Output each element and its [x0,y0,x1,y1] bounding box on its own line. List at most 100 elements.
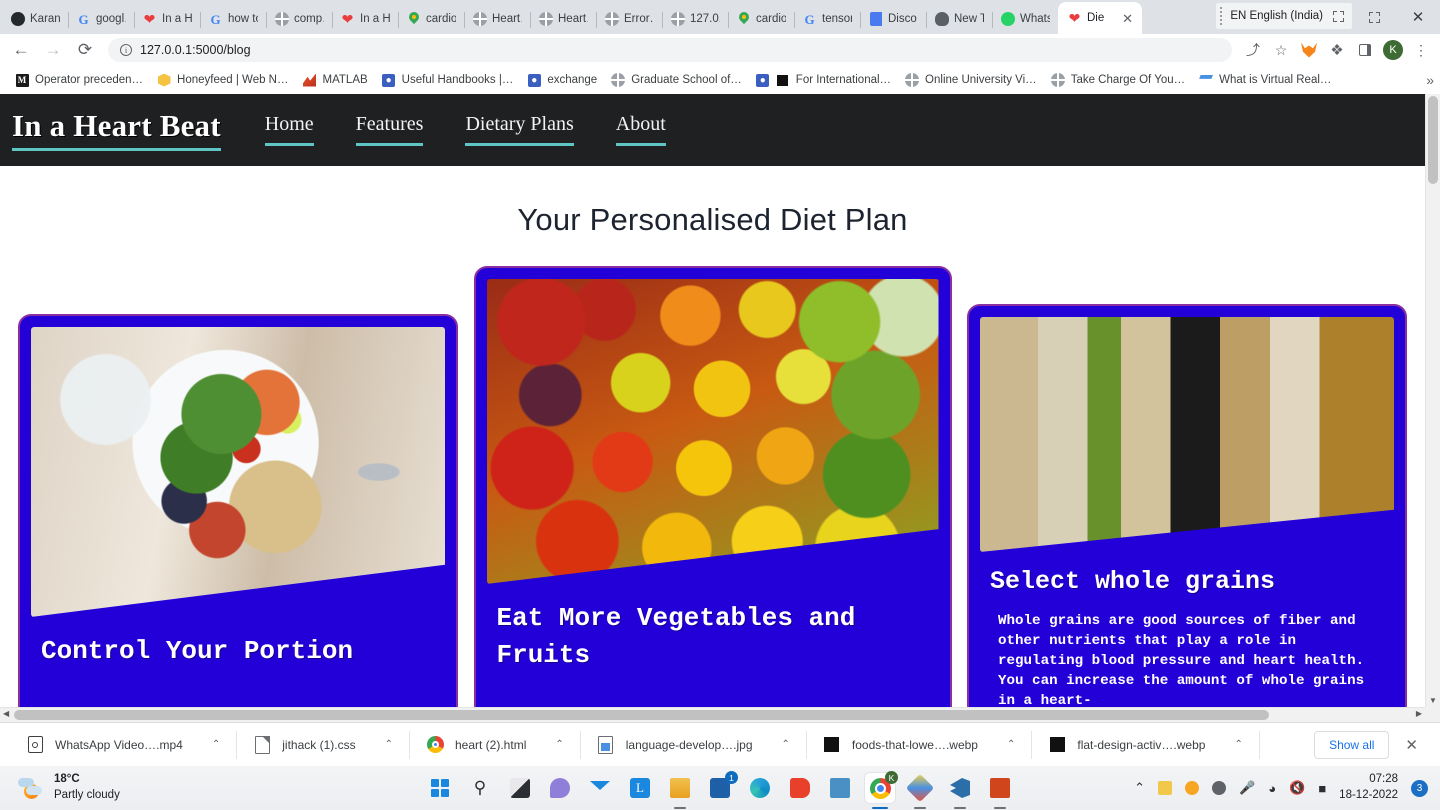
chat-button[interactable] [545,773,575,803]
show-all-downloads-button[interactable]: Show all [1314,730,1390,759]
window-restore-button[interactable] [1352,0,1396,34]
browser-tab[interactable]: Heart… [530,4,596,34]
mail-app[interactable] [585,773,615,803]
bookmark-item[interactable]: ● For International… [749,70,898,90]
download-item[interactable]: language-develop….jpg ⌃ [581,730,807,759]
browser-tab[interactable]: New T… [926,4,992,34]
active-browser-tab[interactable]: ❤ Die ✕ [1058,2,1142,34]
site-info-icon[interactable]: i [120,44,132,56]
nav-item-dietary-plans[interactable]: Dietary Plans [465,113,574,146]
browser-tab[interactable]: Ggoogl… [68,4,134,34]
chrome-menu-icon[interactable]: ⋮ [1408,37,1434,63]
side-panel-icon[interactable] [1352,37,1378,63]
microphone-icon[interactable]: 🎤 [1239,780,1255,796]
chevron-up-icon[interactable]: ⌃ [1234,739,1242,750]
scroll-right-arrow-icon[interactable]: ▶ [1416,709,1422,718]
diet-card[interactable]: Select whole grains Whole grains are goo… [967,304,1407,707]
powerpoint-app[interactable] [985,773,1015,809]
browser-tab[interactable]: Karan… [2,4,68,34]
notification-badge[interactable]: 3 [1411,779,1428,797]
volume-muted-icon[interactable]: 🔇 [1289,780,1305,796]
reload-button[interactable]: ⟳ [70,35,100,65]
vertical-scrollbar-thumb[interactable] [1428,96,1438,184]
window-close-button[interactable]: ✕ [1396,0,1440,34]
profile-avatar[interactable]: K [1380,37,1406,63]
nav-item-home[interactable]: Home [264,113,314,146]
site-brand[interactable]: In a Heart Beat [12,109,221,151]
download-item[interactable]: heart (2).html ⌃ [410,730,581,759]
scroll-down-arrow-icon[interactable]: ▼ [1426,696,1440,705]
browser-tab[interactable]: Ghow to… [200,4,266,34]
browser-tab[interactable]: Disco… [860,4,926,34]
visual-studio-code[interactable] [945,773,975,809]
back-button[interactable]: ← [6,35,36,65]
browser-tab[interactable]: Error… [596,4,662,34]
onedrive-sync-icon[interactable] [1185,781,1200,795]
browser-tab[interactable]: Whats… [992,4,1058,34]
bookmark-item[interactable]: ● Useful Handbooks |… [375,70,521,90]
lens-app[interactable]: L [625,773,655,803]
horizontal-scrollbar[interactable]: ◀ ▶ [0,707,1425,722]
microsoft-store[interactable]: 1 [705,771,738,803]
close-downloads-bar-icon[interactable]: ✕ [1389,736,1430,754]
ime-restore-icon[interactable] [1333,10,1344,22]
drag-handle-icon[interactable] [1220,7,1223,25]
file-explorer[interactable] [665,773,695,809]
metamask-extension-icon[interactable] [1296,37,1322,63]
bookmark-item[interactable]: Graduate School of… [604,70,749,90]
microsoft-edge[interactable] [745,773,775,803]
browser-tab[interactable]: comp… [266,4,332,34]
start-button[interactable] [425,773,455,803]
battery-icon[interactable]: ■ [1318,781,1326,796]
bookmark-star-icon[interactable]: ☆ [1268,37,1294,63]
chevron-up-icon[interactable]: ⌃ [1007,739,1015,750]
browser-tab[interactable]: Heart… [464,4,530,34]
nav-item-features[interactable]: Features [355,113,424,146]
browser-tab[interactable]: ❤ In a H… [332,4,398,34]
taskbar-clock[interactable]: 07:28 18-12-2022 [1339,772,1398,803]
browser-tab[interactable]: cardio… [728,4,794,34]
bookmark-item[interactable]: Online University Vi… [898,70,1044,90]
show-hidden-icons[interactable]: ⌃ [1134,780,1145,796]
bookmark-item[interactable]: Honeyfeed | Web N… [150,70,295,90]
paint-app[interactable] [905,773,935,809]
bookmarks-overflow-icon[interactable]: » [1426,72,1434,88]
wifi-icon[interactable]: ◕ [1268,781,1276,796]
browser-tab[interactable]: cardio… [398,4,464,34]
bookmark-item[interactable]: M Operator preceden… [8,70,150,90]
scroll-left-arrow-icon[interactable]: ◀ [3,709,9,718]
search-button[interactable]: ⚲ [465,773,495,803]
diet-card[interactable]: Control Your Portion [18,314,458,707]
bookmark-item[interactable]: Take Charge Of You… [1044,70,1192,90]
remote-desktop[interactable] [825,773,855,803]
browser-tab[interactable]: Gtensor… [794,4,860,34]
close-tab-icon[interactable]: ✕ [1122,12,1133,25]
office-app[interactable] [785,773,815,803]
share-icon[interactable]: ⤴ [1240,37,1266,63]
download-item[interactable]: jithack (1).css ⌃ [237,730,410,759]
language-indicator[interactable]: EN English (India) [1216,3,1352,29]
browser-tab[interactable]: ❤ In a H… [134,4,200,34]
chevron-up-icon[interactable]: ⌃ [782,739,790,750]
nav-item-about[interactable]: About [615,113,666,146]
chevron-up-icon[interactable]: ⌃ [212,739,220,750]
diet-card[interactable]: Eat More Vegetables and Fruits [473,266,952,707]
antivirus-icon[interactable] [1158,781,1173,795]
horizontal-scrollbar-thumb[interactable] [14,710,1269,720]
browser-tab[interactable]: 127.0.… [662,4,728,34]
extensions-puzzle-icon[interactable]: ❖ [1324,37,1350,63]
meet-camera-icon[interactable] [1212,781,1227,795]
bookmark-item[interactable]: MATLAB [296,70,375,90]
forward-button[interactable]: → [38,35,68,65]
download-item[interactable]: flat-design-activ….webp ⌃ [1032,730,1260,759]
chevron-up-icon[interactable]: ⌃ [555,739,563,750]
chevron-up-icon[interactable]: ⌃ [385,739,393,750]
bookmark-item[interactable]: What is Virtual Real… [1192,70,1338,90]
download-item[interactable]: WhatsApp Video….mp4 ⌃ [10,730,238,759]
bookmark-item[interactable]: ● exchange [520,70,604,90]
google-chrome[interactable]: K [865,771,898,809]
vertical-scrollbar[interactable]: ▼ [1425,94,1440,707]
download-item[interactable]: foods-that-lowe….webp ⌃ [807,730,1033,759]
task-view-button[interactable] [505,773,535,803]
address-bar[interactable]: i 127.0.0.1:5000/blog [108,38,1232,62]
